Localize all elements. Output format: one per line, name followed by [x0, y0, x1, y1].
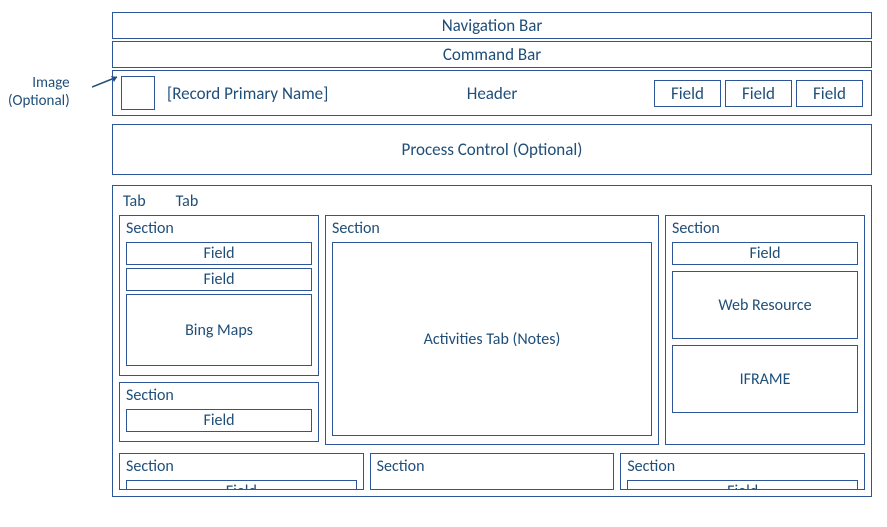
record-primary-name: [Record Primary Name] [167, 83, 328, 104]
field-row: Field [126, 480, 357, 490]
web-resource-control: Web Resource [672, 271, 858, 339]
section-left-top: Section Field Field Bing Maps [119, 215, 319, 376]
section-title: Section [124, 218, 314, 239]
field-row: Field [126, 268, 312, 291]
section-row2-left: Section Field [119, 453, 364, 490]
header-bar: [Record Primary Name] Header Field Field… [112, 70, 872, 116]
section-title: Section [375, 456, 610, 477]
section-left-bottom: Section Field [119, 382, 319, 442]
bing-maps-control: Bing Maps [126, 294, 312, 366]
section-title: Section [670, 218, 860, 239]
tab-strip: Tab Tab [119, 192, 865, 215]
section-row2-middle: Section [370, 453, 615, 490]
header-label: Header [467, 83, 518, 104]
section-right: Section Field Web Resource IFRAME [665, 215, 865, 445]
iframe-control: IFRAME [672, 345, 858, 413]
section-middle: Section Activities Tab (Notes) [325, 215, 659, 445]
section-row2-right: Section Field [620, 453, 865, 490]
section-title: Section [124, 456, 359, 477]
record-image-placeholder [121, 76, 155, 110]
command-bar: Command Bar [112, 41, 872, 68]
tab-2: Tab [176, 192, 199, 211]
header-field-1: Field [654, 80, 721, 107]
wireframe-container: Navigation Bar Command Bar [Record Prima… [112, 12, 872, 497]
field-row: Field [627, 480, 858, 490]
navigation-bar: Navigation Bar [112, 12, 872, 39]
field-row: Field [126, 242, 312, 265]
header-field-2: Field [725, 80, 792, 107]
image-optional-callout: Image (Optional) [8, 74, 70, 110]
field-row: Field [672, 242, 858, 265]
form-body: Tab Tab Section Field Field Bing Maps Se… [112, 185, 872, 497]
process-control: Process Control (Optional) [112, 124, 872, 175]
callout-line2: (Optional) [8, 92, 70, 110]
section-title: Section [330, 218, 654, 239]
callout-line1: Image [32, 74, 69, 92]
header-field-3: Field [796, 80, 863, 107]
header-fields-group: Field Field Field [654, 80, 863, 107]
tab-1: Tab [123, 192, 146, 211]
section-title: Section [124, 385, 314, 406]
activities-tab: Activities Tab (Notes) [332, 242, 652, 436]
field-row: Field [126, 409, 312, 432]
section-title: Section [625, 456, 860, 477]
